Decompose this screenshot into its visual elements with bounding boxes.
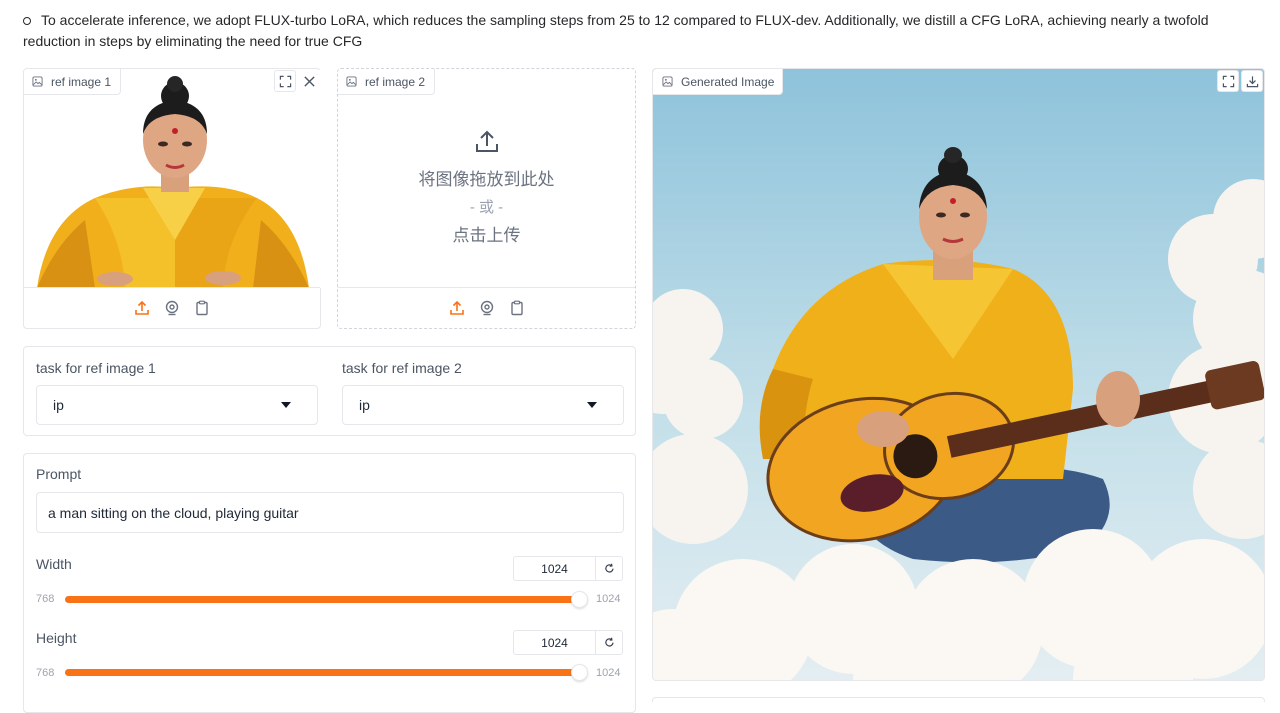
caret-down-icon (587, 402, 597, 408)
reset-icon (604, 563, 614, 573)
click-to-upload-text: 点击上传 (452, 226, 521, 245)
height-slider-fill (65, 669, 579, 676)
upload-icon (449, 300, 464, 315)
ref-image-1-webcam-source[interactable] (163, 299, 181, 317)
ref-image-2-source-bar (338, 287, 635, 328)
caret-down-icon (281, 402, 291, 408)
ref-image-2-webcam-source[interactable] (478, 299, 496, 317)
width-number-input[interactable]: 1024 (513, 556, 596, 581)
upload-icon (135, 300, 149, 315)
generated-image-label: Generated Image (681, 74, 775, 89)
height-reset-button[interactable] (596, 630, 623, 655)
width-slider-thumb[interactable] (571, 591, 588, 608)
generated-image-label-tag: Generated Image (653, 69, 784, 95)
ref-image-1-upload-source[interactable] (133, 299, 151, 317)
generated-image-download-button[interactable] (1241, 70, 1263, 92)
prompt-label: Prompt (36, 466, 82, 482)
ref-image-2-drop-zone[interactable]: 将图像拖放到此处 - 或 - 点击上传 (338, 109, 635, 289)
next-panel-edge (652, 697, 1265, 702)
width-reset-button[interactable] (596, 556, 623, 581)
image-icon (346, 76, 357, 87)
task-1-value: ip (53, 397, 64, 413)
ref-image-2-label-tag: ref image 2 (338, 69, 436, 95)
generated-image-fullscreen-button[interactable] (1217, 70, 1239, 92)
webcam-icon (165, 300, 179, 316)
fullscreen-icon (1222, 75, 1234, 87)
ref-image-1-preview (25, 70, 321, 288)
height-min-label: 768 (36, 667, 55, 679)
ref-image-1-card[interactable]: ref image 1 (23, 68, 321, 329)
intro-text: To accelerate inference, we adopt FLUX-t… (23, 12, 1209, 49)
width-label: Width (36, 556, 72, 572)
ref-image-2-label: ref image 2 (365, 74, 426, 89)
image-icon (32, 76, 43, 87)
ref-image-2-clipboard-source[interactable] (508, 299, 526, 317)
width-min-label: 768 (36, 593, 55, 605)
ref-image-2-card[interactable]: ref image 2 将图像拖放到此处 - 或 - 点击上传 (337, 68, 636, 329)
upload-icon (475, 130, 498, 152)
width-slider-fill (65, 596, 579, 603)
task-1-dropdown[interactable]: ip (36, 385, 318, 425)
width-max-label: 1024 (596, 593, 621, 605)
generated-image-card: Generated Image (652, 68, 1265, 681)
intro-paragraph: To accelerate inference, we adopt FLUX-t… (23, 10, 1258, 52)
fullscreen-icon (279, 75, 291, 87)
height-number-input[interactable]: 1024 (513, 630, 596, 655)
reset-icon (604, 637, 614, 647)
webcam-icon (480, 300, 493, 316)
height-label: Height (36, 630, 77, 646)
height-slider-thumb[interactable] (571, 664, 588, 681)
clipboard-icon (196, 300, 208, 316)
drop-instructions: 将图像拖放到此处 (418, 170, 555, 189)
ref-image-1-fullscreen-button[interactable] (274, 70, 296, 92)
ref-image-1-source-bar (24, 287, 320, 328)
width-slider[interactable] (65, 591, 588, 608)
close-icon (303, 75, 315, 87)
height-slider[interactable] (65, 664, 588, 681)
task-2-label: task for ref image 2 (342, 360, 462, 376)
task-selectors-card: task for ref image 1 ip task for ref ima… (23, 346, 636, 436)
ref-image-1-label-tag: ref image 1 (24, 69, 122, 95)
task-2-dropdown[interactable]: ip (342, 385, 624, 425)
image-icon (662, 76, 673, 87)
prompt-input[interactable]: a man sitting on the cloud, playing guit… (36, 492, 624, 533)
bullet-icon (23, 16, 31, 25)
clipboard-icon (510, 300, 523, 316)
ref-image-1-clear-button[interactable] (298, 70, 320, 92)
drop-or-separator: - 或 - (469, 199, 504, 216)
settings-card: Prompt a man sitting on the cloud, playi… (23, 453, 636, 713)
height-max-label: 1024 (596, 667, 621, 679)
task-2-value: ip (359, 397, 370, 413)
ref-image-1-clipboard-source[interactable] (193, 299, 211, 317)
task-1-label: task for ref image 1 (36, 360, 156, 376)
generated-image (653, 69, 1264, 680)
ref-image-1-label: ref image 1 (51, 74, 112, 89)
download-icon (1246, 75, 1258, 87)
ref-image-2-upload-source[interactable] (448, 299, 466, 317)
